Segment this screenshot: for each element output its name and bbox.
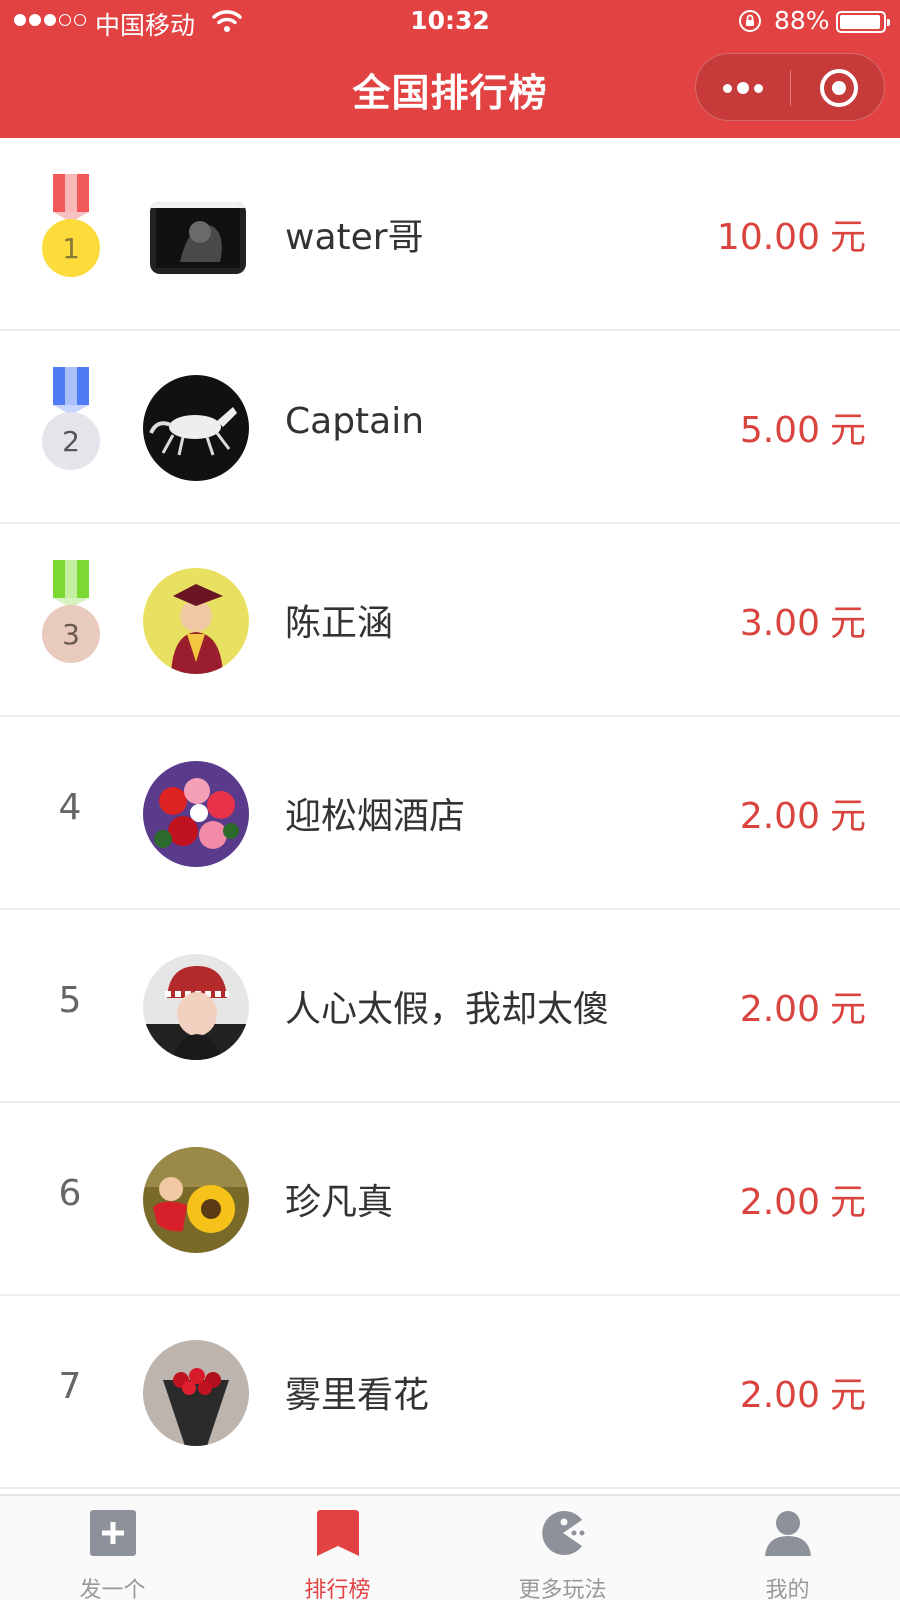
amount: 2.00 元 xyxy=(740,787,866,839)
ranking-row[interactable]: 5 人心太假，我却太傻 2.00 元 xyxy=(0,910,900,1103)
avatar xyxy=(150,202,246,274)
amount-value: 10.00 xyxy=(716,217,820,258)
avatar-image xyxy=(143,375,249,481)
amount-unit: 元 xyxy=(829,410,866,451)
medal-number: 2 xyxy=(62,425,80,458)
user-name: 迎松烟酒店 xyxy=(285,796,466,837)
gold-medal-icon: 1 xyxy=(42,174,100,277)
medal-number: 3 xyxy=(62,618,80,651)
avatar-image xyxy=(143,954,249,1060)
top-bar: 中国移动 10:32 88% 全国排行榜 xyxy=(0,0,900,138)
amount-unit: 元 xyxy=(829,989,866,1030)
amount-value: 2.00 xyxy=(739,796,820,837)
rank-number: 6 xyxy=(58,1173,82,1214)
ranking-row[interactable]: 6 珍凡真 2.00 元 xyxy=(0,1103,900,1296)
ranking-row[interactable]: 7 雾里看花 2.00 元 xyxy=(0,1296,900,1489)
ranking-row[interactable]: 2 Captain 5.00 元 xyxy=(0,331,900,524)
amount-unit: 元 xyxy=(829,796,866,837)
avatar xyxy=(143,1147,249,1253)
avatar-image xyxy=(143,761,249,867)
tab-more-games[interactable]: 更多玩法 xyxy=(450,1496,675,1600)
rank-number: 4 xyxy=(58,787,82,828)
tab-ranking[interactable]: 排行榜 xyxy=(225,1496,450,1600)
amount-unit: 元 xyxy=(829,603,866,644)
tab-label: 我的 xyxy=(765,1578,810,1600)
amount: 5.00 元 xyxy=(740,401,866,453)
medal-number: 1 xyxy=(62,232,80,265)
ranking-row[interactable]: 4 迎松烟酒店 2.00 元 xyxy=(0,717,900,910)
amount: 3.00 元 xyxy=(740,594,866,646)
ranking-row[interactable]: 1 water哥 10.00 元 xyxy=(0,138,900,331)
avatar-image xyxy=(150,202,246,274)
tab-post[interactable]: 发一个 xyxy=(0,1496,225,1600)
avatar xyxy=(143,375,249,481)
rank-number: 7 xyxy=(58,1366,82,1407)
rotation-lock-icon xyxy=(739,10,761,32)
more-options-button[interactable] xyxy=(696,54,790,122)
ranking-row[interactable]: 3 陈正涵 3.00 元 xyxy=(0,524,900,717)
tab-label: 更多玩法 xyxy=(518,1578,607,1600)
bronze-medal-icon: 3 xyxy=(42,560,100,663)
mini-program-capsule xyxy=(695,53,885,121)
user-name: 陈正涵 xyxy=(285,603,394,644)
avatar xyxy=(143,761,249,867)
bottom-tab-bar: 发一个 排行榜 更多玩法 我的 xyxy=(0,1494,900,1600)
amount-value: 2.00 xyxy=(739,989,820,1030)
silver-medal-icon: 2 xyxy=(42,367,100,470)
avatar-image xyxy=(143,568,249,674)
amount: 2.00 元 xyxy=(740,1366,866,1418)
bookmark-icon xyxy=(317,1510,359,1556)
pacman-icon xyxy=(542,1511,585,1555)
user-name: Captain xyxy=(285,401,425,442)
user-icon xyxy=(765,1511,811,1556)
amount-unit: 元 xyxy=(829,217,866,258)
amount: 2.00 元 xyxy=(740,980,866,1032)
tab-label: 发一个 xyxy=(79,1578,146,1600)
battery-percentage: 88% xyxy=(774,6,830,35)
rank-number: 5 xyxy=(58,980,82,1021)
amount: 10.00 元 xyxy=(717,208,866,260)
plus-square-icon xyxy=(90,1510,136,1556)
status-bar: 中国移动 10:32 88% xyxy=(0,0,900,46)
avatar xyxy=(143,1340,249,1446)
battery-icon xyxy=(836,11,890,33)
close-mini-program-button[interactable] xyxy=(791,54,886,122)
amount-unit: 元 xyxy=(829,1182,866,1223)
avatar-image xyxy=(143,1147,249,1253)
avatar-image xyxy=(143,1340,249,1446)
user-name: 人心太假，我却太傻 xyxy=(285,989,610,1030)
tab-mine[interactable]: 我的 xyxy=(675,1496,900,1600)
amount-value: 2.00 xyxy=(739,1182,820,1223)
user-name: 珍凡真 xyxy=(285,1182,394,1223)
amount: 2.00 元 xyxy=(740,1173,866,1225)
ranking-list: 1 water哥 10.00 元 2 Captain 5.00 元 3 陈正涵 … xyxy=(0,138,900,1489)
amount-unit: 元 xyxy=(829,1375,866,1416)
status-time: 10:32 xyxy=(410,6,490,35)
amount-value: 2.00 xyxy=(739,1375,820,1416)
tab-label: 排行榜 xyxy=(304,1578,371,1600)
app-root: 中国移动 10:32 88% 全国排行榜 1 water哥 10.00 元 2 … xyxy=(0,0,900,1600)
amount-value: 3.00 xyxy=(739,603,820,644)
user-name: water哥 xyxy=(285,217,424,258)
user-name: 雾里看花 xyxy=(285,1375,430,1416)
avatar xyxy=(143,568,249,674)
avatar xyxy=(143,954,249,1060)
amount-value: 5.00 xyxy=(739,410,820,451)
